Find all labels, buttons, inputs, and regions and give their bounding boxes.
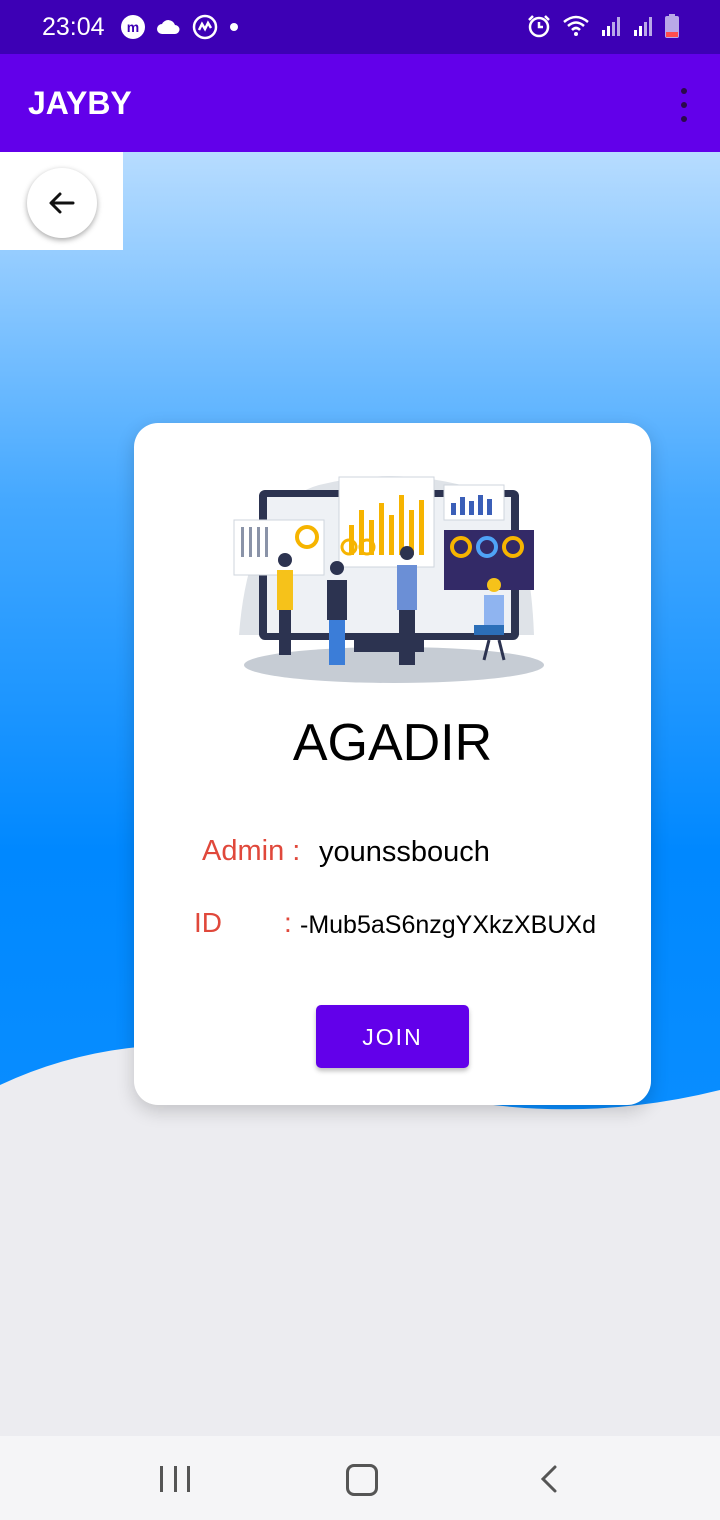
status-bar: 23:04 m: [0, 0, 720, 54]
battery-icon: [665, 14, 679, 38]
back-icon[interactable]: [538, 1464, 560, 1494]
svg-text:m: m: [127, 19, 139, 35]
arrow-left-icon: [49, 192, 75, 214]
id-value: -Mub5aS6nzgYXkzXBUXd: [300, 911, 596, 939]
signal-icon: [634, 17, 652, 36]
more-vert-icon[interactable]: [674, 88, 694, 122]
dot-icon: [230, 23, 238, 31]
signal-icon: [602, 17, 620, 36]
status-time: 23:04: [42, 13, 105, 41]
cloud-icon: [157, 20, 180, 34]
alarm-icon: [528, 15, 550, 38]
back-button[interactable]: [27, 168, 97, 238]
join-button[interactable]: JOIN: [316, 1005, 469, 1068]
id-separator: :: [284, 907, 292, 938]
system-nav-bar: [0, 1436, 720, 1520]
m-app-icon: m: [121, 15, 145, 39]
app-bar: JAYBY: [0, 54, 720, 152]
admin-value: younssbouch: [319, 836, 490, 868]
status-icons-right: [526, 13, 680, 39]
city-title: AGADIR: [292, 714, 493, 772]
coin-app-icon: [192, 14, 218, 40]
analytics-team-illustration: [233, 476, 544, 683]
recent-apps-icon[interactable]: [160, 1466, 190, 1492]
home-icon[interactable]: [346, 1464, 378, 1496]
status-icons-left: m: [120, 14, 240, 40]
id-label: ID: [194, 907, 222, 938]
wifi-icon: [563, 15, 589, 36]
app-title: JAYBY: [28, 85, 132, 121]
group-card: AGADIR Admin : younssbouch ID : -Mub5aS6…: [134, 423, 651, 1105]
admin-label: Admin :: [202, 835, 301, 867]
